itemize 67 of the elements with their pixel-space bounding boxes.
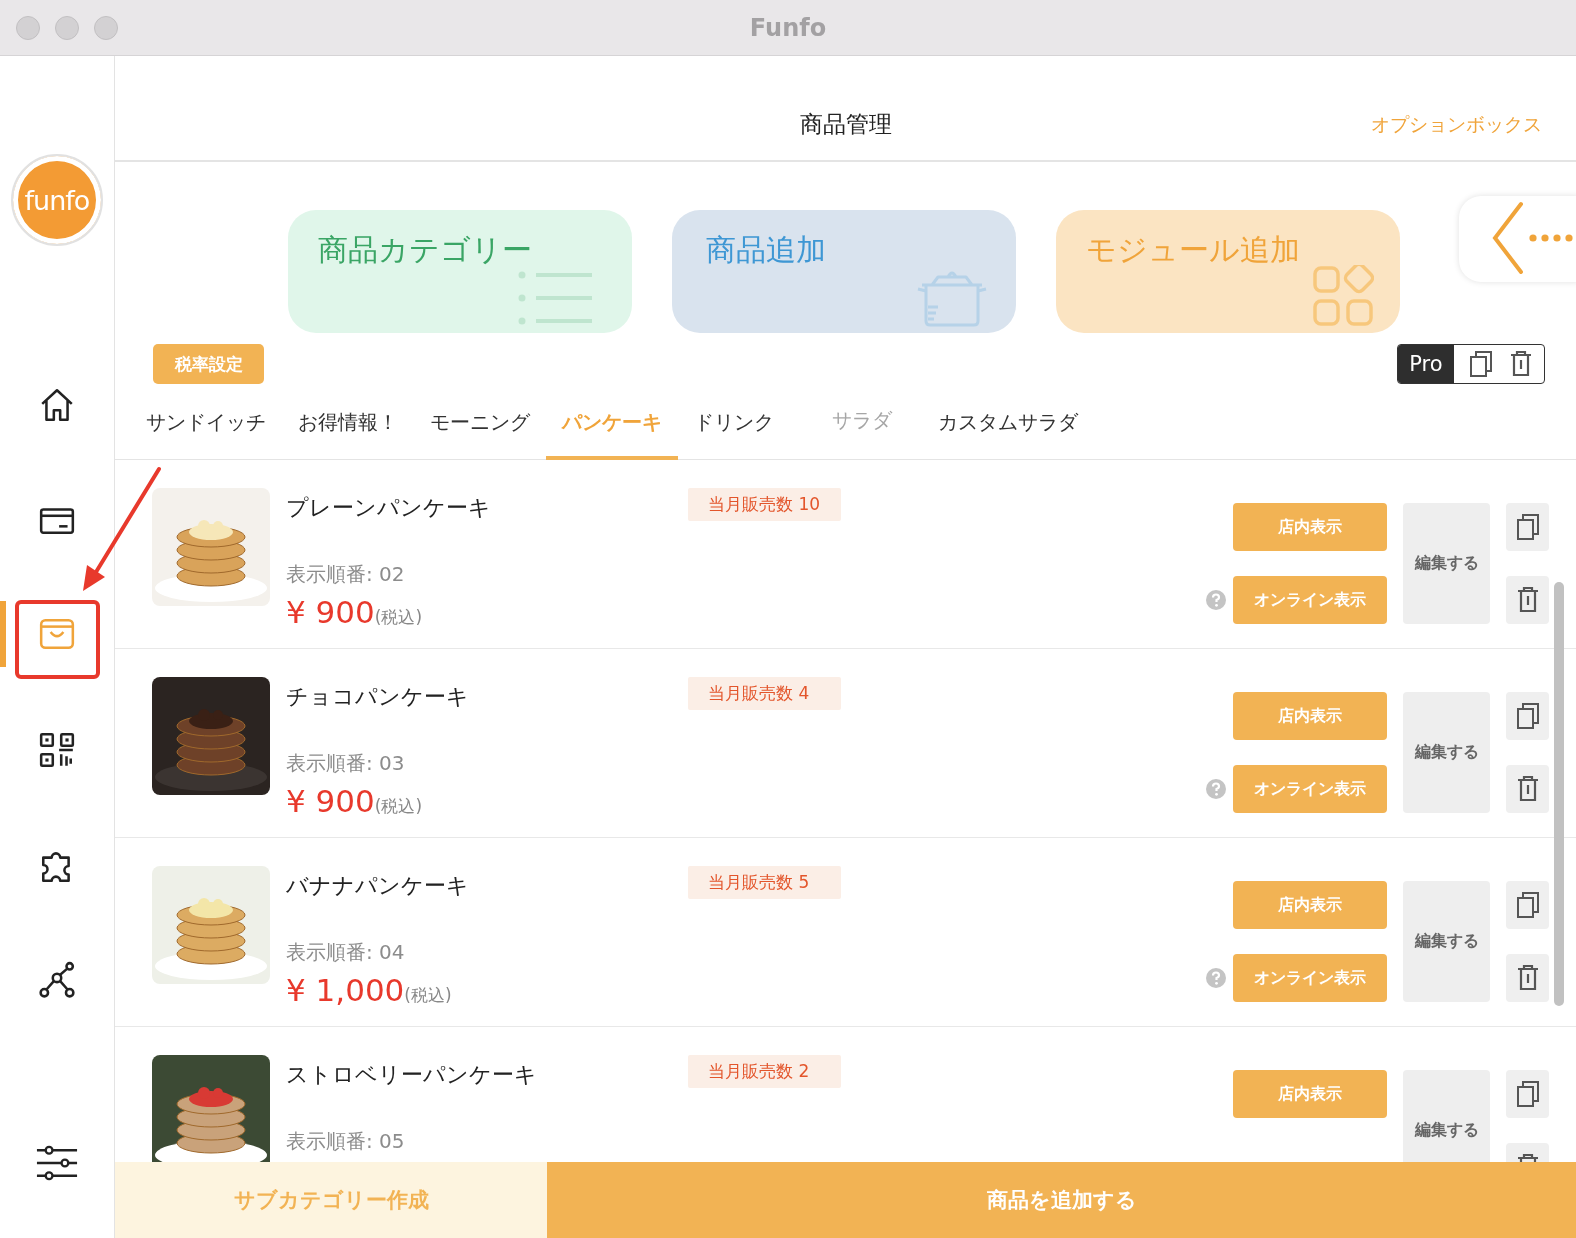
delete-button[interactable] [1506, 954, 1549, 1002]
tax-note: (税込) [404, 984, 452, 1007]
sales-badge: 当月販売数 4 [688, 677, 841, 710]
category-tab[interactable]: サンドイッチ [130, 384, 282, 460]
store-display-button[interactable]: 店内表示 [1233, 503, 1387, 551]
help-icon [1206, 590, 1226, 610]
help-icon [1206, 968, 1226, 988]
sales-badge: 当月販売数 10 [688, 488, 841, 521]
product-name: ストロベリーパンケーキ [286, 1061, 537, 1089]
store-display-button[interactable]: 店内表示 [1233, 1070, 1387, 1118]
category-tab[interactable]: ドリンク [678, 384, 790, 460]
option-box-link[interactable]: オプションボックス [1371, 112, 1542, 138]
category-tab[interactable]: パンケーキ [546, 384, 678, 460]
online-display-button[interactable]: オンライン表示 [1233, 765, 1387, 813]
display-order: 表示順番: 05 [286, 1128, 406, 1155]
sales-badge: 当月販売数 5 [688, 866, 841, 899]
copy-icon [1514, 1079, 1541, 1109]
product-price: ¥ 1,000 [286, 972, 405, 1008]
copy-icon [1514, 512, 1541, 542]
copy-button[interactable] [1506, 1070, 1549, 1118]
qr-code-icon [38, 730, 76, 769]
display-order: 表示順番: 04 [286, 939, 406, 966]
display-order: 表示順番: 02 [286, 561, 406, 588]
product-name: チョコパンケーキ [286, 683, 469, 711]
copy-button[interactable] [1506, 503, 1549, 551]
edit-button[interactable]: 編集する [1403, 881, 1490, 1002]
store-display-button[interactable]: 店内表示 [1233, 692, 1387, 740]
trash-icon[interactable] [1508, 349, 1534, 379]
online-display-button[interactable]: オンライン表示 [1233, 576, 1387, 624]
scrollbar[interactable] [1554, 582, 1564, 1006]
blocks-icon [1312, 265, 1374, 327]
delete-button[interactable] [1506, 765, 1549, 813]
copy-button[interactable] [1506, 881, 1549, 929]
shortcut-card[interactable]: モジュール追加 [1056, 210, 1400, 333]
delete-button[interactable] [1506, 576, 1549, 624]
tax-note: (税込) [374, 795, 422, 818]
edit-button[interactable]: 編集する [1403, 692, 1490, 813]
shortcut-card[interactable]: 商品追加 [672, 210, 1016, 333]
network-icon [38, 960, 76, 999]
copy-icon [1514, 701, 1541, 731]
list-icon [518, 269, 594, 327]
category-tab[interactable]: モーニング [414, 384, 546, 460]
copy-button[interactable] [1506, 692, 1549, 740]
store-display-button[interactable]: 店内表示 [1233, 881, 1387, 929]
help-icon [1206, 779, 1226, 799]
online-display-button[interactable]: オンライン表示 [1233, 954, 1387, 1002]
tax-settings-button[interactable]: 税率設定 [153, 344, 264, 384]
pro-button[interactable]: Pro [1398, 345, 1454, 383]
edit-button[interactable]: 編集する [1403, 1070, 1490, 1162]
display-order: 表示順番: 03 [286, 750, 406, 777]
create-subcategory-button[interactable]: サブカテゴリー作成 [115, 1162, 547, 1238]
page-title: 商品管理 [799, 109, 892, 139]
category-tab[interactable]: カスタムサラダ [922, 384, 1094, 460]
product-name: プレーンパンケーキ [286, 494, 491, 522]
copy-icon [1514, 890, 1541, 920]
product-price: ¥ 900 [286, 594, 375, 630]
category-tab[interactable]: お得情報！ [282, 384, 414, 460]
product-name: バナナパンケーキ [286, 872, 469, 900]
shortcut-card[interactable]: 商品カテゴリー [288, 210, 632, 333]
logo-text: funfo [24, 184, 90, 216]
edit-button[interactable]: 編集する [1403, 503, 1490, 624]
copy-icon[interactable] [1468, 349, 1494, 379]
tax-note: (税込) [374, 606, 422, 629]
add-product-button[interactable]: 商品を追加する [547, 1162, 1576, 1238]
sales-badge: 当月販売数 2 [688, 1055, 841, 1088]
window-title: Funfo [749, 13, 827, 42]
product-price: ¥ 900 [286, 783, 375, 819]
